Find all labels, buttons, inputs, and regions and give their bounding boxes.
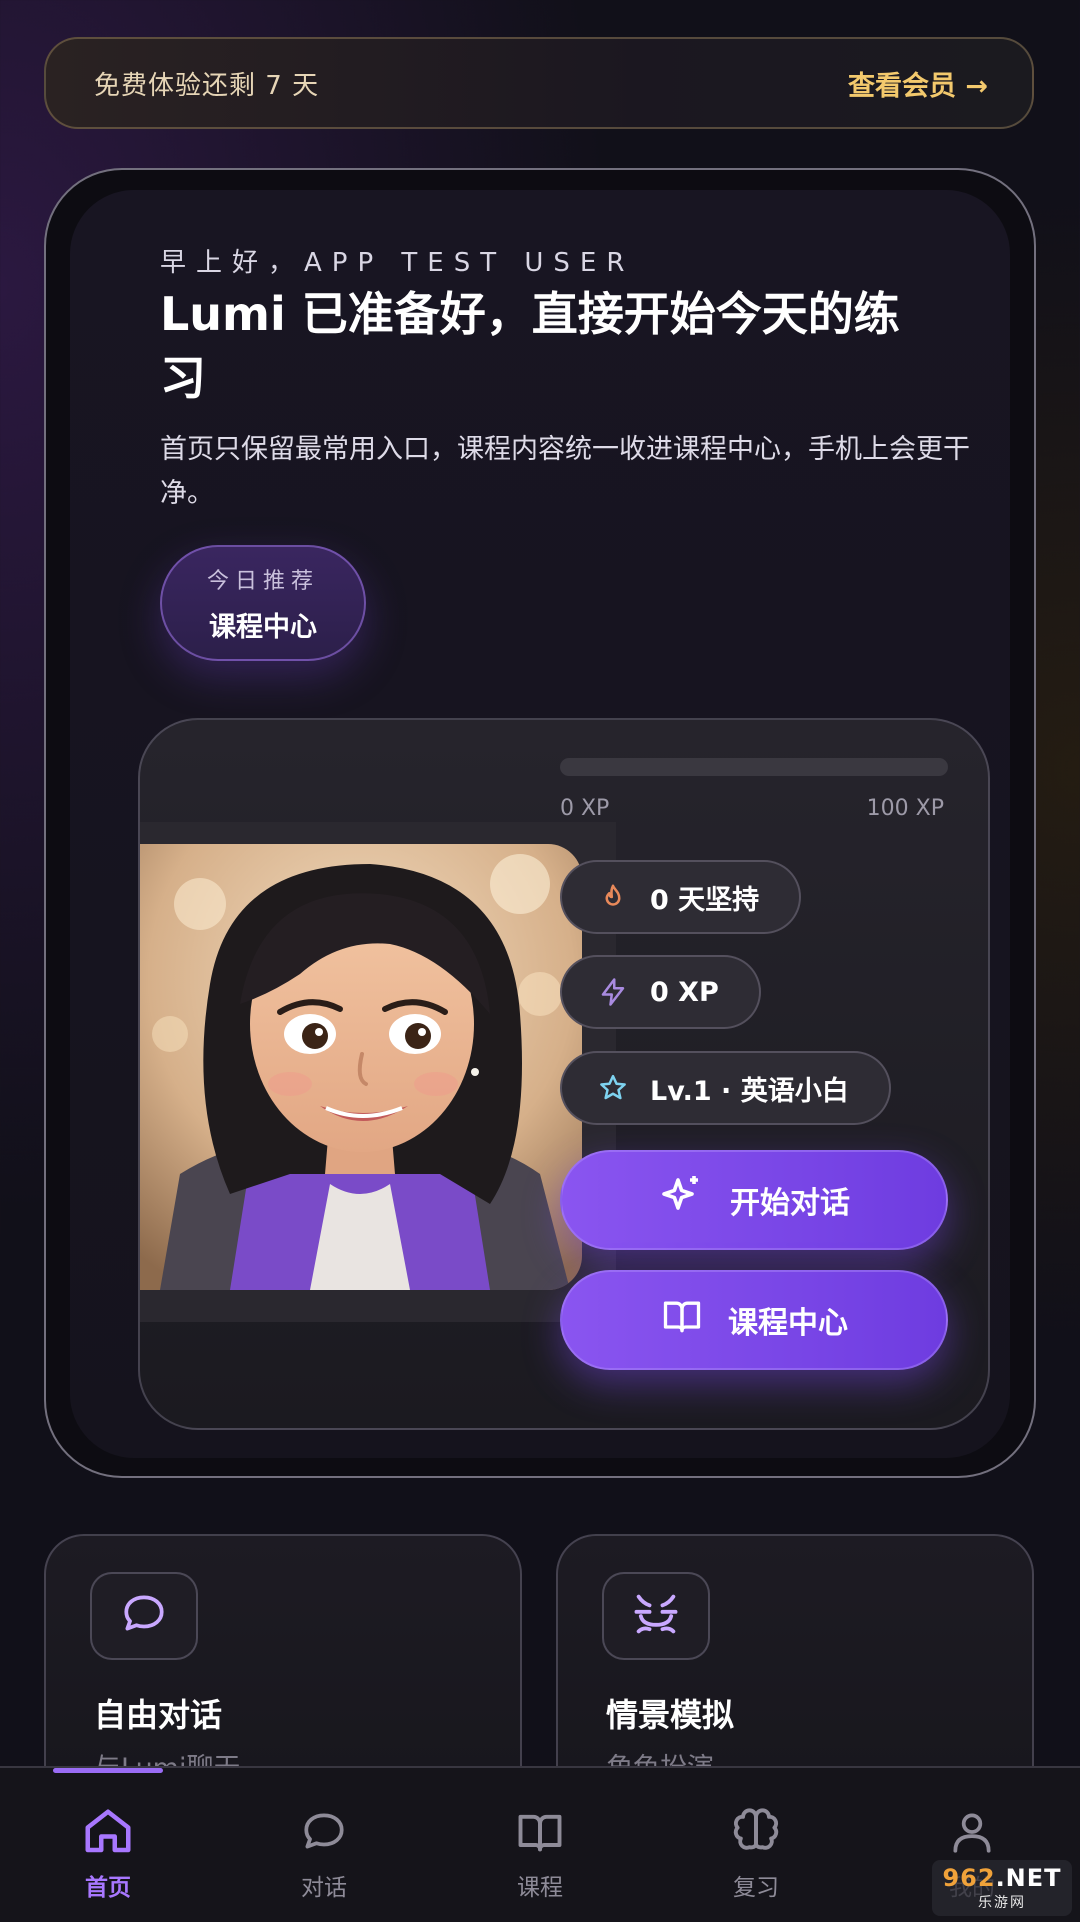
xp-chip: 0 XP	[560, 955, 761, 1029]
xp-label: 0 XP	[650, 976, 719, 1008]
xp-max-label: 100 XP	[866, 796, 944, 821]
nav-item-review[interactable]: 复习	[648, 1804, 864, 1902]
active-tab-indicator	[53, 1768, 163, 1773]
hero-card-frame: 早上好，APP TEST USER Lumi 已准备好，直接开始今天的练习 首页…	[44, 168, 1036, 1478]
course-center-button[interactable]: 课程中心	[560, 1270, 948, 1370]
site-watermark: 962.NET 乐游网	[932, 1860, 1072, 1916]
feature-title: 情景模拟	[606, 1696, 735, 1734]
lumi-avatar-image	[140, 844, 582, 1290]
watermark-sub: 乐游网	[978, 1895, 1026, 1911]
xp-min-label: 0 XP	[560, 796, 610, 821]
view-membership-link[interactable]: 查看会员 →	[848, 64, 988, 103]
level-label: Lv.1 · 英语小白	[650, 1075, 849, 1107]
chat-bubble-icon	[119, 1589, 169, 1643]
lightning-icon	[596, 975, 630, 1009]
recommend-label: 今日推荐	[206, 568, 319, 594]
trial-remaining-text: 免费体验还剩 7 天	[94, 70, 320, 101]
level-chip: Lv.1 · 英语小白	[560, 1051, 891, 1125]
chat-icon	[296, 1804, 352, 1860]
progress-card: 0 XP 100 XP 0 天坚持 0 XP Lv.1 · 英语小白 开始对话 …	[138, 718, 990, 1430]
streak-label: 0 天坚持	[650, 884, 760, 916]
nav-item-chat[interactable]: 对话	[216, 1804, 432, 1902]
user-icon	[944, 1804, 1000, 1860]
nav-label: 对话	[301, 1875, 347, 1901]
nav-label: 复习	[733, 1875, 779, 1901]
nav-item-home[interactable]: 首页	[0, 1804, 216, 1902]
role-play-icon	[630, 1588, 682, 1644]
book-icon	[512, 1804, 568, 1860]
start-chat-button[interactable]: 开始对话	[560, 1150, 948, 1250]
nav-label: 课程	[517, 1875, 563, 1901]
streak-chip: 0 天坚持	[560, 860, 802, 934]
star-icon	[596, 1071, 630, 1105]
start-chat-label: 开始对话	[730, 1186, 850, 1221]
bottom-navigation: 首页 对话 课程 复习 962.NET 乐游网	[0, 1766, 1080, 1922]
nav-label: 首页	[85, 1875, 131, 1901]
hero-card: 早上好，APP TEST USER Lumi 已准备好，直接开始今天的练习 首页…	[70, 190, 1010, 1458]
feature-title: 自由对话	[94, 1696, 223, 1734]
today-recommend-pill[interactable]: 今日推荐 课程中心	[160, 545, 366, 661]
recommend-value: 课程中心	[209, 611, 317, 643]
book-open-icon	[660, 1294, 704, 1346]
flame-icon	[596, 880, 630, 914]
hero-description: 首页只保留最常用入口，课程内容统一收进课程中心，手机上会更干净。	[160, 434, 970, 509]
watermark-main: 962.NET	[942, 1864, 1062, 1892]
hero-title: Lumi 已准备好，直接开始今天的练习	[160, 287, 900, 405]
brain-icon	[728, 1804, 784, 1860]
xp-progress-bar	[560, 758, 948, 776]
trial-banner[interactable]: 免费体验还剩 7 天 查看会员 →	[44, 37, 1034, 129]
greeting-text: 早上好，APP TEST USER	[160, 248, 635, 278]
feature-icon-box	[90, 1572, 198, 1660]
nav-item-courses[interactable]: 课程	[432, 1804, 648, 1902]
feature-icon-box	[602, 1572, 710, 1660]
course-center-label: 课程中心	[728, 1306, 848, 1341]
sparkle-icon	[658, 1172, 706, 1228]
home-icon	[80, 1804, 136, 1860]
